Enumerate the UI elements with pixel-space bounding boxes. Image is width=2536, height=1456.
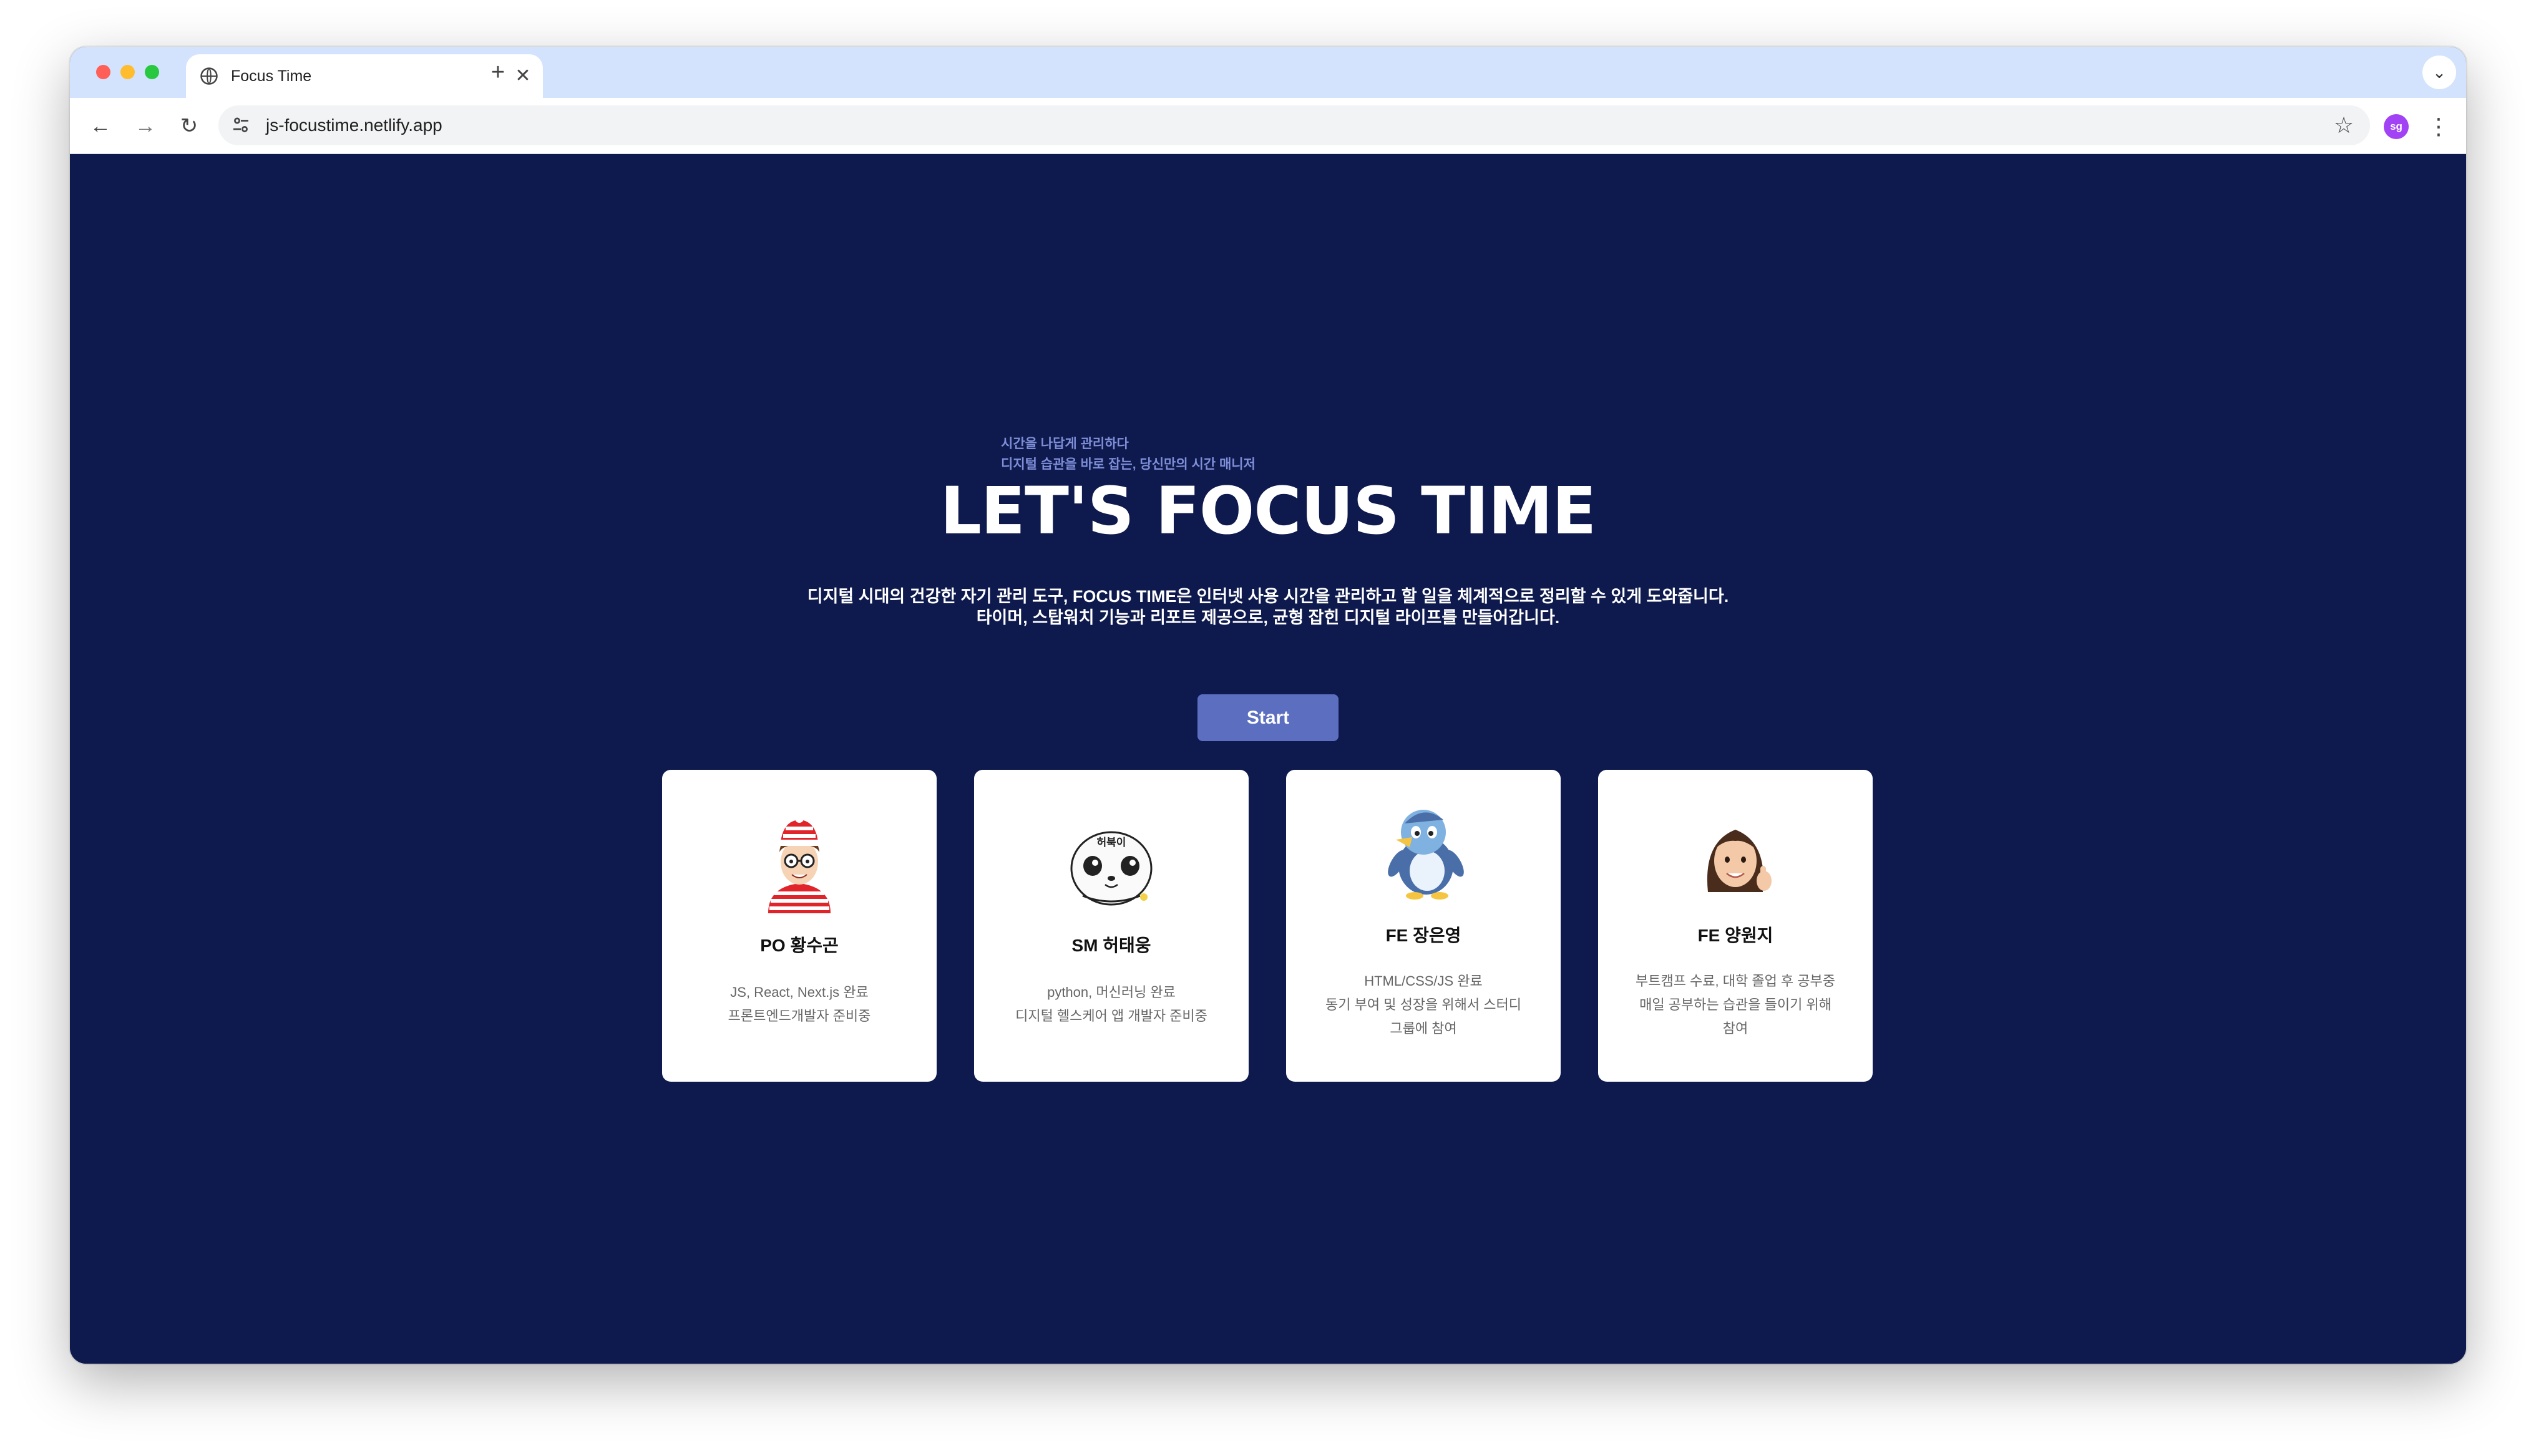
start-button[interactable]: Start <box>1197 694 1339 741</box>
member-description: JS, React, Next.js 완료 프론트엔드개발자 준비중 <box>681 981 918 1028</box>
chevron-down-icon[interactable]: ⌄ <box>2422 56 2456 89</box>
description-line: 부트캠프 수료, 대학 졸업 후 공부중 <box>1635 973 1836 989</box>
member-name: PO 황수곤 <box>760 936 839 955</box>
tune-icon[interactable] <box>230 114 252 137</box>
reload-icon[interactable]: ↻ <box>175 112 203 140</box>
seal-character-avatar-icon: 허북이 <box>1070 831 1153 906</box>
maximize-window-button[interactable] <box>145 65 159 79</box>
globe-icon <box>200 67 218 85</box>
close-icon[interactable]: ✕ <box>512 65 534 87</box>
description-line: 동기 부여 및 성장을 위해서 스터디 <box>1325 997 1521 1012</box>
description-line: HTML/CSS/JS 완료 <box>1364 973 1483 989</box>
page-title: LET'S FOCUS TIME <box>940 473 1597 549</box>
arrow-left-icon[interactable]: ← <box>86 112 115 140</box>
browser-toolbar: ← → ↻ js-focustime.netlify.app ☆ sg ⋮ <box>70 98 2466 154</box>
character-badge-text: 허북이 <box>1097 837 1126 849</box>
page-content: 시간을 나답게 관리하다 디지털 습관을 바로 잡는, 당신만의 시간 매니저 … <box>70 154 2466 1364</box>
star-icon[interactable]: ☆ <box>2330 112 2358 139</box>
url-text[interactable]: js-focustime.netlify.app <box>266 115 442 135</box>
member-description: 부트캠프 수료, 대학 졸업 후 공부중 매일 공부하는 습관을 들이기 위해 … <box>1617 969 1854 1041</box>
hero-eyebrow: 시간을 나답게 관리하다 디지털 습관을 바로 잡는, 당신만의 시간 매니저 <box>1001 434 1256 475</box>
close-window-button[interactable] <box>96 65 110 79</box>
member-name: SM 허태웅 <box>1071 936 1151 955</box>
description-line: 참여 <box>1722 1021 1748 1036</box>
arrow-right-icon[interactable]: → <box>131 112 160 140</box>
description-line: 매일 공부하는 습관을 들이기 위해 <box>1639 997 1831 1012</box>
tab-strip: Focus Time ✕ + ⌄ <box>70 47 2466 98</box>
description-line-1: 디지털 시대의 건강한 자기 관리 도구, FOCUS TIME은 인터넷 사용… <box>807 587 1729 606</box>
description-line: 디지털 헬스케어 앱 개발자 준비중 <box>1015 1008 1207 1024</box>
description-line: JS, React, Next.js 완료 <box>730 984 869 1000</box>
team-cards: PO 황수곤 JS, React, Next.js 완료 프론트엔드개발자 준비… <box>662 770 1874 1082</box>
memoji-avatar-icon <box>1707 830 1772 892</box>
description-line-2: 타이머, 스탑워치 기능과 리포트 제공으로, 균형 잡힌 디지털 라이프를 만… <box>976 608 1560 627</box>
browser-window: Focus Time ✕ + ⌄ ← → ↻ js-focustime.netl… <box>70 47 2466 1364</box>
member-name: FE 장은영 <box>1385 926 1461 945</box>
more-vert-icon[interactable]: ⋮ <box>2427 112 2450 142</box>
member-description: python, 머신러닝 완료 디지털 헬스케어 앱 개발자 준비중 <box>993 981 1230 1028</box>
team-card: PO 황수곤 JS, React, Next.js 완료 프론트엔드개발자 준비… <box>662 770 937 1082</box>
minimize-window-button[interactable] <box>120 65 135 79</box>
team-card: FE 양원지 부트캠프 수료, 대학 졸업 후 공부중 매일 공부하는 습관을 … <box>1598 770 1873 1082</box>
team-card: 허북이 SM 허태웅 python, 머신러닝 완료 디지털 헬스케어 앱 개발… <box>974 770 1249 1082</box>
team-card: FE 장은영 HTML/CSS/JS 완료 동기 부여 및 성장을 위해서 스터… <box>1286 770 1561 1082</box>
profile-avatar[interactable]: sg <box>2384 114 2409 139</box>
tab-title: Focus Time <box>231 67 312 85</box>
eyebrow-line-1: 시간을 나답게 관리하다 <box>1001 437 1129 451</box>
address-bar[interactable]: js-focustime.netlify.app ☆ <box>218 105 2370 145</box>
member-description: HTML/CSS/JS 완료 동기 부여 및 성장을 위해서 스터디 그룹에 참… <box>1305 969 1542 1041</box>
eyebrow-line-2: 디지털 습관을 바로 잡는, 당신만의 시간 매니저 <box>1001 457 1256 472</box>
waldo-avatar-icon <box>768 814 831 913</box>
plus-icon[interactable]: + <box>485 61 510 85</box>
description-line: python, 머신러닝 완료 <box>1047 984 1176 1000</box>
description-line: 프론트엔드개발자 준비중 <box>728 1008 871 1024</box>
penguin-avatar-icon <box>1388 810 1464 900</box>
description-line: 그룹에 참여 <box>1390 1021 1457 1036</box>
hero-description: 디지털 시대의 건강한 자기 관리 도구, FOCUS TIME은 인터넷 사용… <box>70 586 2466 628</box>
member-name: FE 양원지 <box>1697 926 1773 945</box>
